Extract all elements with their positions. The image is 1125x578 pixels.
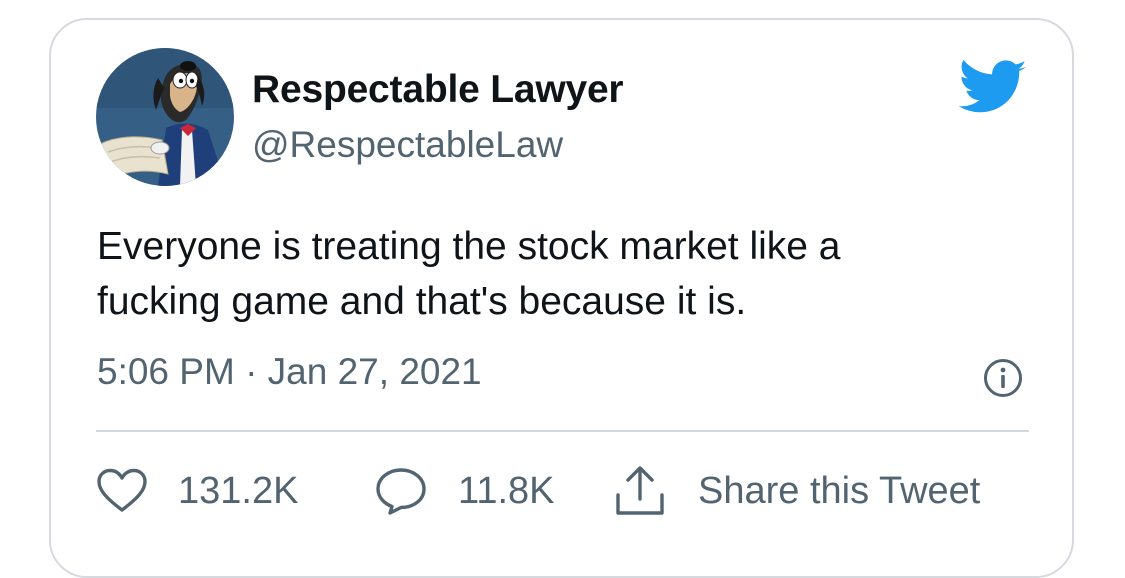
info-icon[interactable] — [983, 358, 1023, 398]
tweet-text: Everyone is treating the stock market li… — [97, 219, 1017, 329]
divider — [96, 430, 1029, 432]
reply-count: 11.8K — [458, 469, 555, 512]
like-button[interactable]: 131.2K — [96, 466, 298, 516]
author-display-name[interactable]: Respectable Lawyer — [252, 68, 624, 112]
tweet-text-line: fucking game and that's because it is. — [97, 280, 747, 323]
reply-button[interactable]: 11.8K — [374, 466, 554, 516]
author-handle[interactable]: @RespectableLaw — [252, 124, 563, 166]
avatar[interactable] — [96, 48, 234, 186]
heart-icon — [97, 468, 147, 512]
tweet-text-line: Everyone is treating the stock market li… — [97, 225, 841, 268]
tweet-timestamp[interactable]: 5:06 PM · Jan 27, 2021 — [97, 351, 482, 393]
like-count: 131.2K — [178, 469, 299, 512]
share-label: Share this Tweet — [698, 469, 981, 512]
cartoon-dog-avatar — [96, 48, 234, 186]
share-button[interactable]: Share this Tweet — [612, 466, 980, 516]
share-icon — [616, 466, 664, 515]
speech-bubble-icon — [376, 468, 426, 515]
twitter-bird-icon[interactable] — [958, 59, 1028, 116]
